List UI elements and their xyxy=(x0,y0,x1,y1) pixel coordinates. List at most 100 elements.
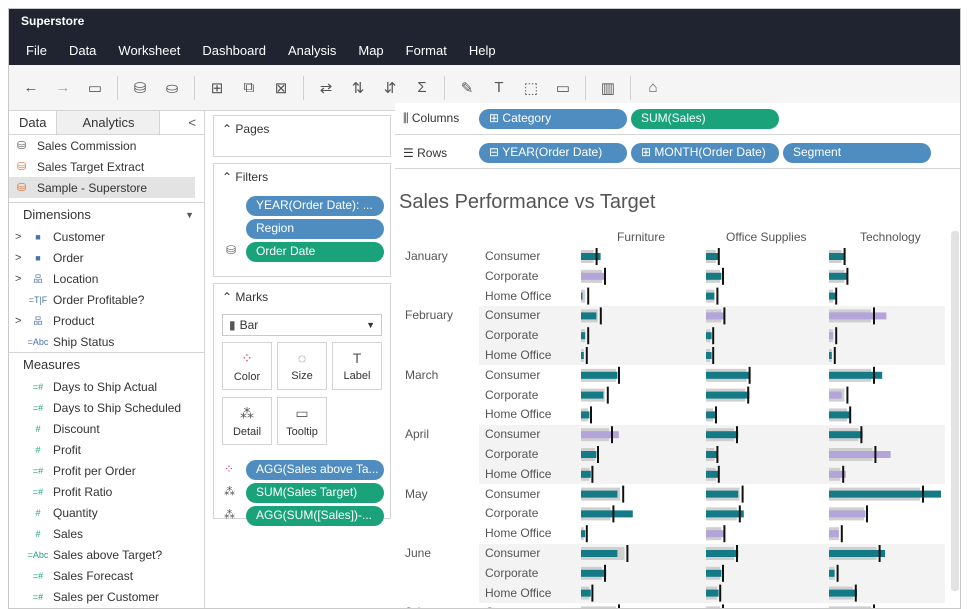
sales-bar[interactable] xyxy=(581,272,605,280)
measure-field[interactable]: =Abc Sales above Target? xyxy=(9,544,204,565)
filters-title[interactable]: ⌃ Filters xyxy=(214,164,390,190)
group-icon[interactable]: ⬚ xyxy=(518,75,544,101)
filter-pill-year[interactable]: YEAR(Order Date): ... xyxy=(246,196,384,216)
chevron-down-icon[interactable]: ▼ xyxy=(185,210,194,220)
tooltip-button[interactable]: ▭ Tooltip xyxy=(277,397,327,445)
sales-bar[interactable] xyxy=(829,272,848,280)
measure-field[interactable]: =# Sales Forecast xyxy=(9,565,204,586)
columns-pill-sales[interactable]: SUM(Sales) xyxy=(631,108,779,129)
sales-bar[interactable] xyxy=(829,253,845,260)
new-worksheet-icon[interactable]: ⊞ xyxy=(204,75,230,101)
color-button[interactable]: ⁘ Color xyxy=(222,342,272,390)
measure-field[interactable]: =# Days to Ship Scheduled xyxy=(9,397,204,418)
menu-format[interactable]: Format xyxy=(395,43,458,58)
measure-field[interactable]: =# Profit Ratio xyxy=(9,481,204,502)
vertical-scrollbar[interactable] xyxy=(951,231,959,591)
sales-bar[interactable] xyxy=(581,352,584,359)
swap-icon[interactable]: ⇄ xyxy=(313,75,339,101)
sales-bar[interactable] xyxy=(581,391,604,399)
sales-bar[interactable] xyxy=(829,451,891,458)
tab-analytics[interactable]: Analytics xyxy=(56,111,161,134)
sales-bar[interactable] xyxy=(706,292,715,300)
sales-bar[interactable] xyxy=(829,490,941,498)
sales-bar[interactable] xyxy=(706,470,719,478)
measures-header[interactable]: Measures xyxy=(9,352,204,376)
sales-bar[interactable] xyxy=(706,332,712,340)
sales-bar[interactable] xyxy=(706,490,739,498)
new-datasource-icon[interactable]: ⛁ xyxy=(127,75,153,101)
duplicate-sheet-icon[interactable]: ⧉ xyxy=(236,75,262,101)
menu-map[interactable]: Map xyxy=(347,43,394,58)
marks-pill-color[interactable]: AGG(Sales above Ta... xyxy=(246,460,384,480)
sort-descending-icon[interactable]: ⇵ xyxy=(377,75,403,101)
sales-bar[interactable] xyxy=(829,411,850,419)
sales-bar[interactable] xyxy=(829,569,835,577)
datasource-item[interactable]: ⛁ Sample - Superstore xyxy=(9,177,195,198)
sales-bar[interactable] xyxy=(706,510,744,518)
sales-bar[interactable] xyxy=(581,550,618,557)
menu-worksheet[interactable]: Worksheet xyxy=(107,43,191,58)
sales-bar[interactable] xyxy=(829,332,834,340)
pause-updates-icon[interactable]: ⛀ xyxy=(159,75,185,101)
sales-bar[interactable] xyxy=(581,589,591,597)
menu-data[interactable]: Data xyxy=(58,43,107,58)
sales-bar[interactable] xyxy=(829,391,842,399)
expand-chevron-icon[interactable]: > xyxy=(9,315,23,327)
datasource-item[interactable]: ⛁ Sales Target Extract xyxy=(9,156,204,177)
sales-bar[interactable] xyxy=(829,510,866,518)
expand-chevron-icon[interactable]: > xyxy=(9,252,23,264)
measure-field[interactable]: # Discount xyxy=(9,418,204,439)
menu-file[interactable]: File xyxy=(15,43,58,58)
back-arrow-icon[interactable]: ← xyxy=(18,75,44,101)
sales-bar[interactable] xyxy=(581,490,618,498)
clear-sheet-icon[interactable]: ⊠ xyxy=(268,75,294,101)
sales-bar[interactable] xyxy=(706,589,719,597)
sales-bar[interactable] xyxy=(829,312,887,320)
sales-bar[interactable] xyxy=(581,253,601,260)
sales-bar[interactable] xyxy=(829,352,832,359)
expand-chevron-icon[interactable]: > xyxy=(9,273,23,285)
pages-title[interactable]: ⌃ Pages xyxy=(214,116,390,142)
sales-bar[interactable] xyxy=(706,371,750,379)
sales-bar[interactable] xyxy=(706,352,712,359)
sales-bar[interactable] xyxy=(581,312,597,320)
columns-pill-category[interactable]: ⊞ Category xyxy=(479,108,627,129)
sales-bar[interactable] xyxy=(706,253,719,260)
menu-analysis[interactable]: Analysis xyxy=(277,43,347,58)
dimension-field[interactable]: > 品 Product xyxy=(9,310,204,331)
measure-field[interactable]: =# Sales per Customer xyxy=(9,586,204,607)
dimension-field[interactable]: =T|F Order Profitable? xyxy=(9,289,204,310)
sales-bar[interactable] xyxy=(706,431,739,439)
tooltip-icon[interactable]: ⌂ xyxy=(640,75,666,101)
measure-field[interactable]: # Profit xyxy=(9,439,204,460)
rows-pill-segment[interactable]: Segment xyxy=(783,142,931,163)
dimension-field[interactable]: =Abc Ship Status xyxy=(9,331,204,352)
size-button[interactable]: ◌ Size xyxy=(277,342,327,390)
menu-help[interactable]: Help xyxy=(458,43,507,58)
dimension-field[interactable]: > ■ Customer xyxy=(9,226,204,247)
marks-title[interactable]: ⌃ Marks xyxy=(214,284,390,310)
dimensions-header[interactable]: Dimensions ▼ xyxy=(9,202,204,226)
sales-bar[interactable] xyxy=(581,569,607,577)
sales-bar[interactable] xyxy=(829,589,857,597)
dimension-field[interactable]: > ■ Order xyxy=(9,247,204,268)
sales-bar[interactable] xyxy=(706,530,725,538)
sales-bar[interactable] xyxy=(829,550,885,557)
sales-bar[interactable] xyxy=(829,431,863,439)
fit-icon[interactable]: ▭ xyxy=(550,75,576,101)
rows-pill-month[interactable]: ⊞ MONTH(Order Date) xyxy=(631,142,779,163)
expand-chevron-icon[interactable]: > xyxy=(9,231,23,243)
show-me-icon[interactable]: ▥ xyxy=(595,75,621,101)
filter-pill-region[interactable]: Region xyxy=(246,219,384,239)
sales-bar[interactable] xyxy=(581,371,618,379)
sales-bar[interactable] xyxy=(581,530,586,538)
marks-pill-diff[interactable]: AGG(SUM([Sales])-... xyxy=(246,506,384,526)
forward-arrow-icon[interactable]: → xyxy=(50,75,76,101)
tab-data[interactable]: Data xyxy=(9,111,57,134)
sort-ascending-icon[interactable]: ⇅ xyxy=(345,75,371,101)
dimension-field[interactable]: > 品 Location xyxy=(9,268,204,289)
sales-bar[interactable] xyxy=(706,411,716,419)
sales-bar[interactable] xyxy=(829,530,839,538)
label-button[interactable]: T Label xyxy=(332,342,382,390)
measure-field[interactable]: # Sales xyxy=(9,523,204,544)
